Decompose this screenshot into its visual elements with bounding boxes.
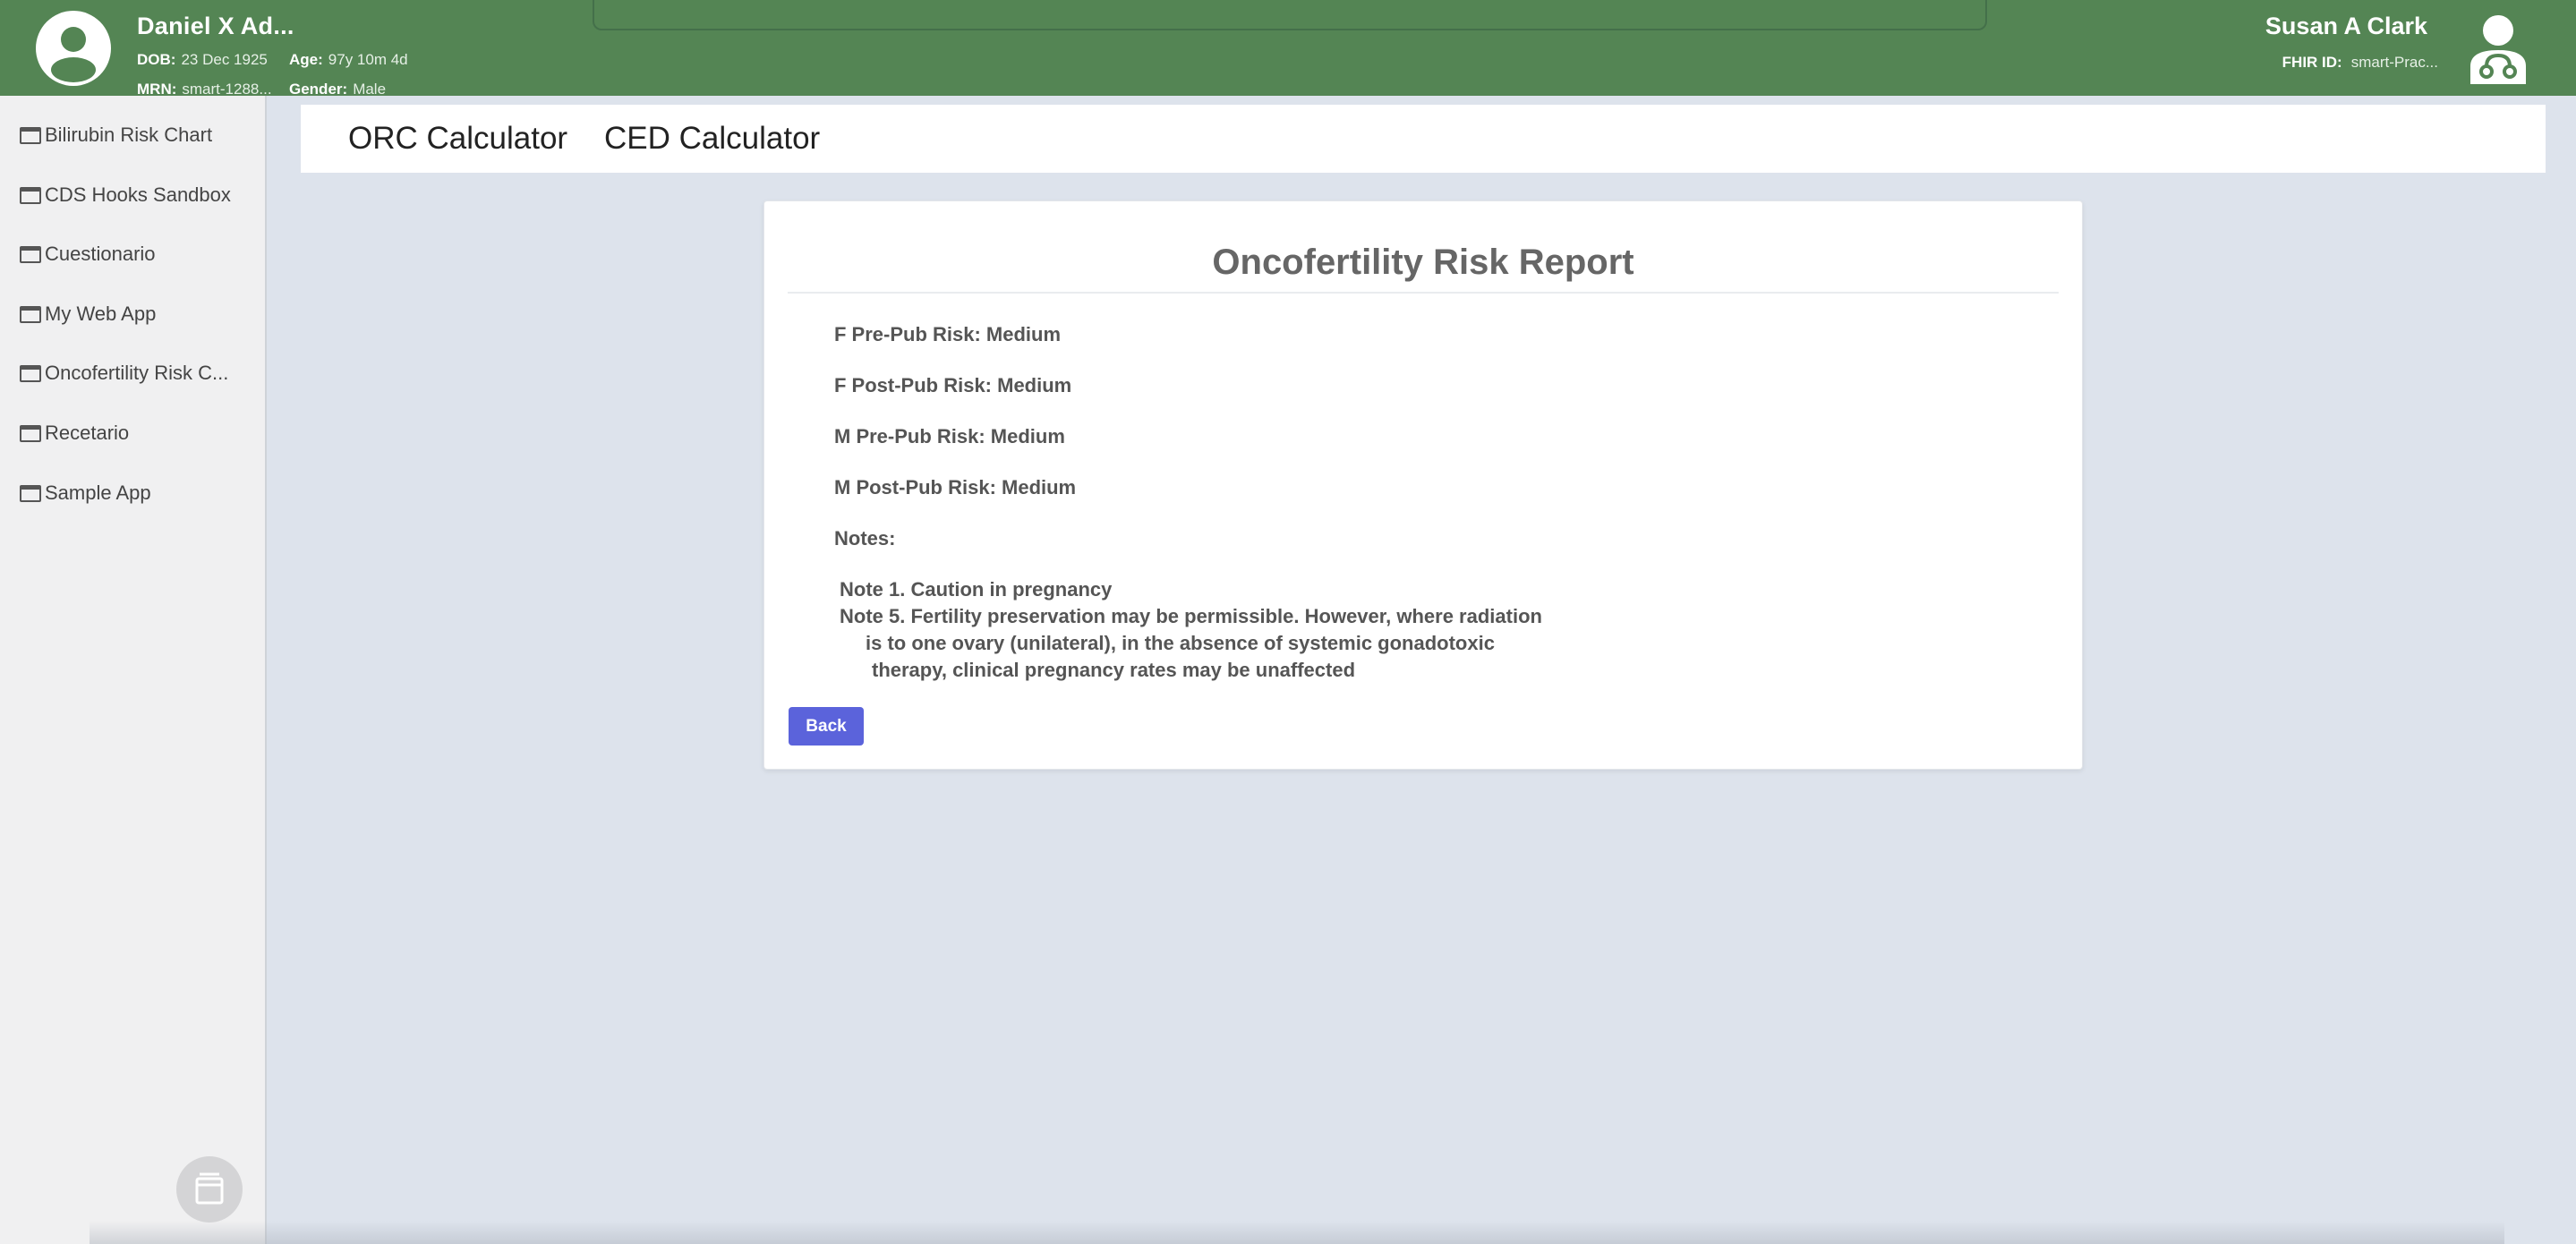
window-icon [20, 186, 41, 204]
fhir-label: FHIR ID: [2282, 54, 2342, 71]
sidebar-item-recetario[interactable]: Recetario [20, 418, 129, 448]
note-line: therapy, clinical pregnancy rates may be… [872, 659, 1356, 681]
window-icon [20, 305, 41, 323]
gender-value: Male [353, 81, 387, 98]
sidebar-item-label: Recetario [45, 422, 130, 444]
nav-ced-calculator[interactable]: CED Calculator [604, 121, 820, 157]
note-line: Note 5. Fertility preservation may be pe… [840, 605, 1542, 627]
dob-value: 23 Dec 1925 [181, 51, 268, 68]
sidebar-item-cuestionario[interactable]: Cuestionario [20, 239, 156, 269]
window-icon [20, 245, 41, 263]
app-header: Daniel X Ad... DOB: 23 Dec 1925 Age: 97y 1… [0, 0, 2576, 98]
patient-avatar-icon[interactable] [36, 11, 111, 86]
patient-gender: Gender: Male [289, 81, 386, 98]
risk-m-post-pub: M Post-Pub Risk: Medium [834, 476, 1077, 498]
bottom-shadow [90, 1221, 2504, 1244]
report-title: Oncofertility Risk Report [1212, 243, 1634, 282]
risk-f-post-pub: F Post-Pub Risk: Medium [834, 374, 1072, 396]
title-divider [788, 292, 2059, 294]
sidebar-item-label: CDS Hooks Sandbox [45, 183, 231, 206]
sidebar-item-cds-hooks-sandbox[interactable]: CDS Hooks Sandbox [20, 180, 231, 210]
window-icon [20, 424, 41, 442]
note-line: is to one ovary (unilateral), in the abs… [866, 632, 1495, 654]
window-icon [20, 364, 41, 382]
notes-label: Notes: [834, 527, 896, 550]
app-gallery-button[interactable] [176, 1156, 243, 1223]
sidebar-item-my-web-app[interactable]: My Web App [20, 299, 156, 329]
age-label: Age: [289, 51, 323, 68]
sidebar-item-label: Bilirubin Risk Chart [45, 124, 213, 146]
note-line: Note 1. Caution in pregnancy [840, 578, 1113, 601]
stacked-windows-icon [195, 1172, 224, 1205]
sidebar-item-label: Oncofertility Risk C... [45, 362, 229, 384]
patient-name[interactable]: Daniel X Ad... [137, 13, 294, 40]
risk-f-pre-pub: F Pre-Pub Risk: Medium [834, 323, 1062, 345]
nav-orc-calculator[interactable]: ORC Calculator [348, 121, 567, 157]
dob-label: DOB: [137, 51, 176, 68]
fhir-value: smart-Prac... [2350, 54, 2438, 71]
sidebar-item-bilirubin-risk-chart[interactable]: Bilirubin Risk Chart [20, 120, 212, 150]
patient-dob: DOB: 23 Dec 1925 [137, 51, 268, 69]
practitioner-name[interactable]: Susan A Clark [2265, 13, 2427, 40]
back-button[interactable]: Back [789, 707, 864, 746]
header-tab-decoration [593, 0, 1987, 30]
sidebar-item-label: Sample App [45, 481, 151, 504]
window-icon [20, 484, 41, 502]
patient-age: Age: 97y 10m 4d [289, 51, 408, 69]
risk-m-pre-pub: M Pre-Pub Risk: Medium [834, 425, 1065, 447]
practitioner-fhir-id: FHIR ID: smart-Prac... [2282, 54, 2438, 72]
app-sidebar: Bilirubin Risk Chart CDS Hooks Sandbox C… [0, 96, 267, 1244]
window-icon [20, 126, 41, 144]
sidebar-item-label: Cuestionario [45, 243, 156, 265]
sidebar-item-label: My Web App [45, 302, 157, 325]
age-value: 97y 10m 4d [328, 51, 408, 68]
sidebar-item-oncofertility-risk-calculator[interactable]: Oncofertility Risk C... [20, 358, 228, 388]
gender-label: Gender: [289, 81, 348, 98]
risk-report-card: Oncofertility Risk Report F Pre-Pub Risk… [763, 200, 2083, 770]
calculator-nav: ORC Calculator CED Calculator [301, 105, 2546, 173]
practitioner-doctor-icon[interactable] [2465, 13, 2531, 84]
sidebar-item-sample-app[interactable]: Sample App [20, 478, 151, 508]
